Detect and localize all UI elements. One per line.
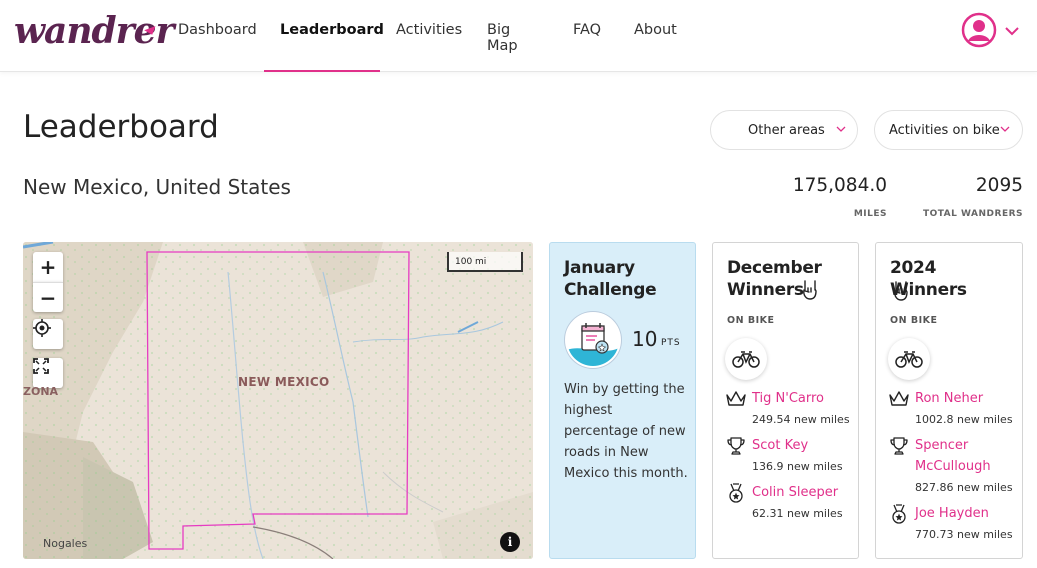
- december-winners-card: December Winners ON BIKE Tig N'Carro 249…: [712, 242, 859, 559]
- zoom-out-button[interactable]: −: [33, 282, 63, 312]
- winner-miles: 1002.8 new miles: [915, 413, 1013, 426]
- year-winners-subtitle: ON BIKE: [890, 315, 938, 326]
- miles-label: MILES: [853, 209, 887, 219]
- fullscreen-icon: [33, 358, 49, 374]
- fullscreen-button[interactable]: [33, 358, 63, 388]
- winner-miles: 249.54 new miles: [752, 413, 850, 426]
- map-scale-bar: 100 mi: [447, 252, 523, 272]
- locate-icon: [33, 319, 51, 337]
- nav-big-map[interactable]: Big Map: [487, 22, 518, 54]
- medal-icon: [729, 483, 743, 503]
- challenge-title: January Challenge: [564, 258, 657, 300]
- winner-name-link[interactable]: Tig N'Carro: [752, 388, 852, 409]
- challenge-card: January Challenge 10 PTS Win by getting …: [549, 242, 696, 559]
- chevron-down-icon: [836, 126, 846, 132]
- medal-icon: [892, 504, 906, 524]
- year-winners-card: 2024 Winners ON BIKE Ron Neher 1002.8 ne…: [875, 242, 1023, 559]
- winner-miles: 770.73 new miles: [915, 528, 1013, 541]
- trophy-icon: [727, 437, 745, 455]
- area-map[interactable]: + − 100 mi NEW MEXICO ZONA Nogales i: [23, 242, 533, 559]
- dropdown-label: Other areas: [748, 123, 825, 138]
- winner-name-link[interactable]: Scot Key: [752, 435, 852, 456]
- map-city-label: Nogales: [43, 537, 88, 550]
- chevron-down-icon: [1000, 126, 1010, 132]
- dropdown-label: Activities on bike: [889, 123, 1000, 138]
- nav-leaderboard[interactable]: Leaderboard: [280, 22, 384, 38]
- wanderers-label: TOTAL WANDRERS: [922, 209, 1023, 219]
- nav-activities[interactable]: Activities: [396, 22, 462, 38]
- trophy-icon: [890, 437, 908, 455]
- challenge-points: 10: [632, 327, 658, 351]
- map-neighbor-label: ZONA: [23, 385, 59, 398]
- nav-faq[interactable]: FAQ: [573, 22, 601, 38]
- chevron-down-icon[interactable]: [1004, 25, 1020, 37]
- zoom-in-button[interactable]: +: [33, 252, 63, 282]
- wanderers-value: 2095: [975, 175, 1023, 196]
- top-navigation-bar: wandrer Dashboard Leaderboard Activities…: [0, 0, 1037, 72]
- map-terrain: [23, 242, 533, 559]
- winner-name-link[interactable]: Ron Neher: [915, 388, 1015, 409]
- crown-icon: [726, 391, 746, 406]
- map-info-icon[interactable]: i: [500, 532, 520, 552]
- challenge-calendar-icon: [565, 312, 621, 368]
- other-areas-dropdown[interactable]: Other areas: [710, 110, 858, 150]
- crown-icon: [889, 391, 909, 406]
- bike-badge: [888, 338, 930, 380]
- winner-miles: 62.31 new miles: [752, 507, 843, 520]
- area-name: New Mexico, United States: [23, 175, 291, 199]
- page-title: Leaderboard: [23, 109, 219, 145]
- map-state-label: NEW MEXICO: [238, 375, 330, 389]
- winner-name-link[interactable]: Colin Sleeper: [752, 482, 852, 503]
- bike-icon: [732, 351, 760, 368]
- nav-dashboard[interactable]: Dashboard: [178, 22, 257, 38]
- winner-name-link[interactable]: Spencer McCullough: [915, 435, 1015, 477]
- winner-name-link[interactable]: Joe Hayden: [915, 503, 1015, 524]
- activity-type-dropdown[interactable]: Activities on bike: [874, 110, 1023, 150]
- winner-miles: 136.9 new miles: [752, 460, 843, 473]
- december-subtitle: ON BIKE: [727, 315, 775, 326]
- miles-value: 175,084.0: [792, 175, 887, 196]
- user-avatar-icon[interactable]: [961, 12, 997, 48]
- bike-icon: [895, 351, 923, 368]
- bike-badge: [725, 338, 767, 380]
- locate-button[interactable]: [33, 319, 63, 349]
- winner-miles: 827.86 new miles: [915, 481, 1013, 494]
- rock-hand-icon: [894, 281, 908, 301]
- challenge-description: Win by getting the highest percentage of…: [564, 382, 688, 481]
- nav-about[interactable]: About: [634, 22, 677, 38]
- rock-hand-icon: [803, 280, 817, 300]
- challenge-points-label: PTS: [661, 338, 681, 348]
- active-tab-indicator: [264, 70, 380, 72]
